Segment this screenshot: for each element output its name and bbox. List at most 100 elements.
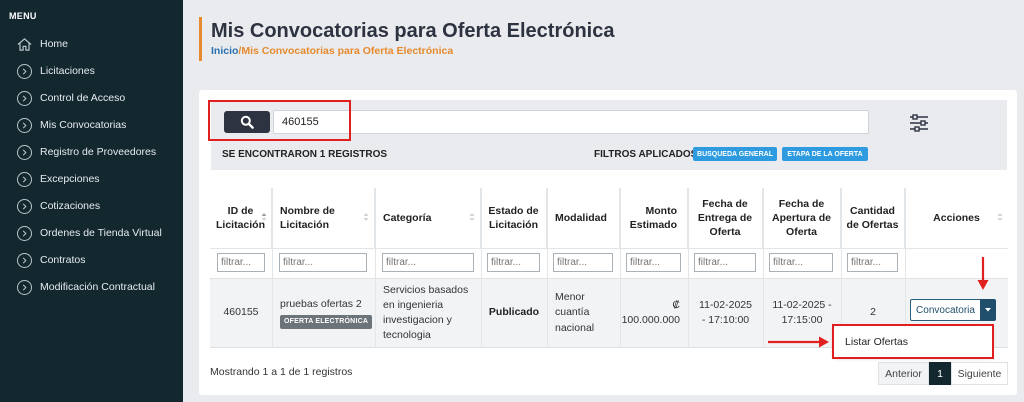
- filter-input-id[interactable]: [217, 253, 265, 272]
- pagination-next[interactable]: Siguiente: [951, 362, 1008, 385]
- status-badge: OFERTA ELECTRÓNICA: [280, 315, 373, 330]
- sidebar-item-label: Excepciones: [40, 173, 100, 185]
- sidebar-item-cotizaciones[interactable]: Cotizaciones: [0, 194, 183, 218]
- sidebar-item-label: Home: [40, 38, 69, 50]
- applied-filters-label: FILTROS APLICADOS:: [594, 149, 701, 160]
- filter-chip-general-search[interactable]: BUSQUEDA GENERAL: [693, 147, 777, 161]
- sidebar-item-label: Ordenes de Tienda Virtual: [40, 227, 162, 239]
- sidebar-item-modificacion-contractual[interactable]: Modificación Contractual: [0, 275, 183, 299]
- actions-dropdown-toggle[interactable]: [980, 299, 996, 321]
- sidebar-item-label: Contratos: [40, 254, 86, 266]
- column-header-label: Cantidad de Ofertas: [846, 204, 899, 231]
- title-accent-bar: [199, 17, 202, 61]
- tender-name: pruebas ofertas 2: [280, 297, 362, 310]
- column-header-opening-date[interactable]: Fecha de Apertura de Oferta: [763, 188, 841, 248]
- breadcrumb-current: Mis Convocatorias para Oferta Electrónic…: [241, 45, 454, 57]
- column-header-status[interactable]: Estado de Licitación: [481, 188, 547, 248]
- column-header-label: Categoría: [383, 211, 432, 224]
- filter-settings-icon[interactable]: [909, 114, 929, 132]
- annotation-highlight-dropdown: [832, 324, 994, 359]
- menu-title: MENU: [9, 11, 37, 21]
- column-header-label: Fecha de Entrega de Oferta: [697, 197, 753, 239]
- chevron-right-icon: [17, 90, 32, 106]
- sidebar-item-control-de-acceso[interactable]: Control de Acceso: [0, 86, 183, 110]
- sidebar-item-mis-convocatorias[interactable]: Mis Convocatorias: [0, 113, 183, 137]
- column-header-label: Fecha de Apertura de Oferta: [772, 197, 831, 239]
- pagination-info: Mostrando 1 a 1 de 1 registros: [210, 366, 353, 378]
- sort-icon: [261, 213, 267, 221]
- sidebar-item-contratos[interactable]: Contratos: [0, 248, 183, 272]
- filter-input-name[interactable]: [279, 253, 367, 272]
- cell-amount: ₡ 100.000.000: [621, 298, 680, 326]
- annotation-highlight-search: [208, 100, 351, 141]
- column-divider: [272, 188, 273, 348]
- chevron-right-icon: [17, 252, 32, 268]
- filter-chip-offer-stage[interactable]: ETAPA DE LA OFERTA: [782, 147, 868, 161]
- column-divider: [620, 188, 621, 348]
- sort-icon: [997, 213, 1003, 221]
- column-header-modality[interactable]: Modalidad: [547, 188, 620, 248]
- pagination-previous[interactable]: Anterior: [878, 362, 929, 385]
- annotation-arrow-right-icon: [768, 336, 829, 348]
- chevron-right-icon: [17, 171, 32, 187]
- cell-delivery-date: 11-02-2025 - 17:10:00: [699, 298, 752, 326]
- column-header-label: Nombre de Licitación: [280, 204, 335, 231]
- page-title: Mis Convocatorias para Oferta Electrónic…: [211, 20, 615, 42]
- sidebar-item-registro-de-proveedores[interactable]: Registro de Proveedores: [0, 140, 183, 164]
- chevron-right-icon: [17, 63, 32, 79]
- home-icon: [17, 37, 32, 52]
- convocatoria-button[interactable]: Convocatoria: [910, 299, 981, 321]
- column-header-label: Acciones: [933, 211, 980, 224]
- records-found-text: SE ENCONTRARON 1 REGISTROS: [222, 149, 388, 160]
- filter-input-opening-date[interactable]: [769, 253, 833, 272]
- column-header-label: Monto Estimado: [629, 204, 677, 231]
- filter-input-offers-count[interactable]: [847, 253, 898, 272]
- sidebar-item-licitaciones[interactable]: Licitaciones: [0, 59, 183, 83]
- column-header-actions[interactable]: Acciones: [905, 188, 1008, 248]
- filter-input-amount[interactable]: [626, 253, 681, 272]
- sidebar-item-label: Licitaciones: [40, 65, 95, 77]
- filter-input-delivery-date[interactable]: [694, 253, 756, 272]
- filter-input-category[interactable]: [382, 253, 474, 272]
- sidebar-item-home[interactable]: Home: [0, 32, 183, 56]
- breadcrumb-home-link[interactable]: Inicio: [211, 45, 238, 57]
- filter-input-modality[interactable]: [553, 253, 613, 272]
- column-header-delivery-date[interactable]: Fecha de Entrega de Oferta: [688, 188, 763, 248]
- chevron-right-icon: [17, 279, 32, 295]
- column-divider: [547, 188, 548, 348]
- cell-id: 460155: [223, 306, 259, 319]
- sidebar-item-label: Mis Convocatorias: [40, 119, 127, 131]
- column-divider: [375, 188, 376, 348]
- column-divider: [763, 188, 764, 348]
- cell-modality: Menor cuantía nacional: [555, 291, 595, 334]
- cell-name: pruebas ofertas 2 OFERTA ELECTRÓNICA: [272, 278, 375, 348]
- cell-status: Publicado: [488, 306, 540, 319]
- column-divider: [688, 188, 689, 348]
- search-input[interactable]: [273, 110, 869, 134]
- chevron-right-icon: [17, 117, 32, 133]
- filter-input-status[interactable]: [487, 253, 540, 272]
- chevron-right-icon: [17, 198, 32, 214]
- column-header-amount[interactable]: Monto Estimado: [620, 188, 688, 248]
- breadcrumb: Inicio/Mis Convocatorias para Oferta Ele…: [211, 45, 453, 57]
- sidebar-item-ordenes-de-tienda-virtual[interactable]: Ordenes de Tienda Virtual: [0, 221, 183, 245]
- sidebar-item-label: Cotizaciones: [40, 200, 101, 212]
- column-header-id[interactable]: ID de Licitación: [210, 188, 272, 248]
- column-header-offers-count[interactable]: Cantidad de Ofertas: [841, 188, 905, 248]
- caret-down-icon: [985, 308, 991, 312]
- sidebar-item-label: Registro de Proveedores: [40, 146, 157, 158]
- sidebar-item-label: Modificación Contractual: [40, 281, 155, 293]
- sort-icon: [469, 213, 475, 221]
- pagination-page-1[interactable]: 1: [929, 362, 951, 385]
- column-divider: [481, 188, 482, 348]
- column-header-label: Estado de Licitación: [488, 204, 539, 231]
- sidebar-item-excepciones[interactable]: Excepciones: [0, 167, 183, 191]
- sidebar-item-label: Control de Acceso: [40, 92, 126, 104]
- column-header-label: Modalidad: [555, 211, 607, 224]
- chevron-right-icon: [17, 225, 32, 241]
- cell-category: Servicios basados en ingenieria investig…: [383, 283, 469, 342]
- column-header-name[interactable]: Nombre de Licitación: [272, 188, 375, 248]
- column-header-category[interactable]: Categoría: [375, 188, 481, 248]
- sort-icon: [363, 213, 369, 221]
- annotation-arrow-down-icon: [977, 257, 989, 290]
